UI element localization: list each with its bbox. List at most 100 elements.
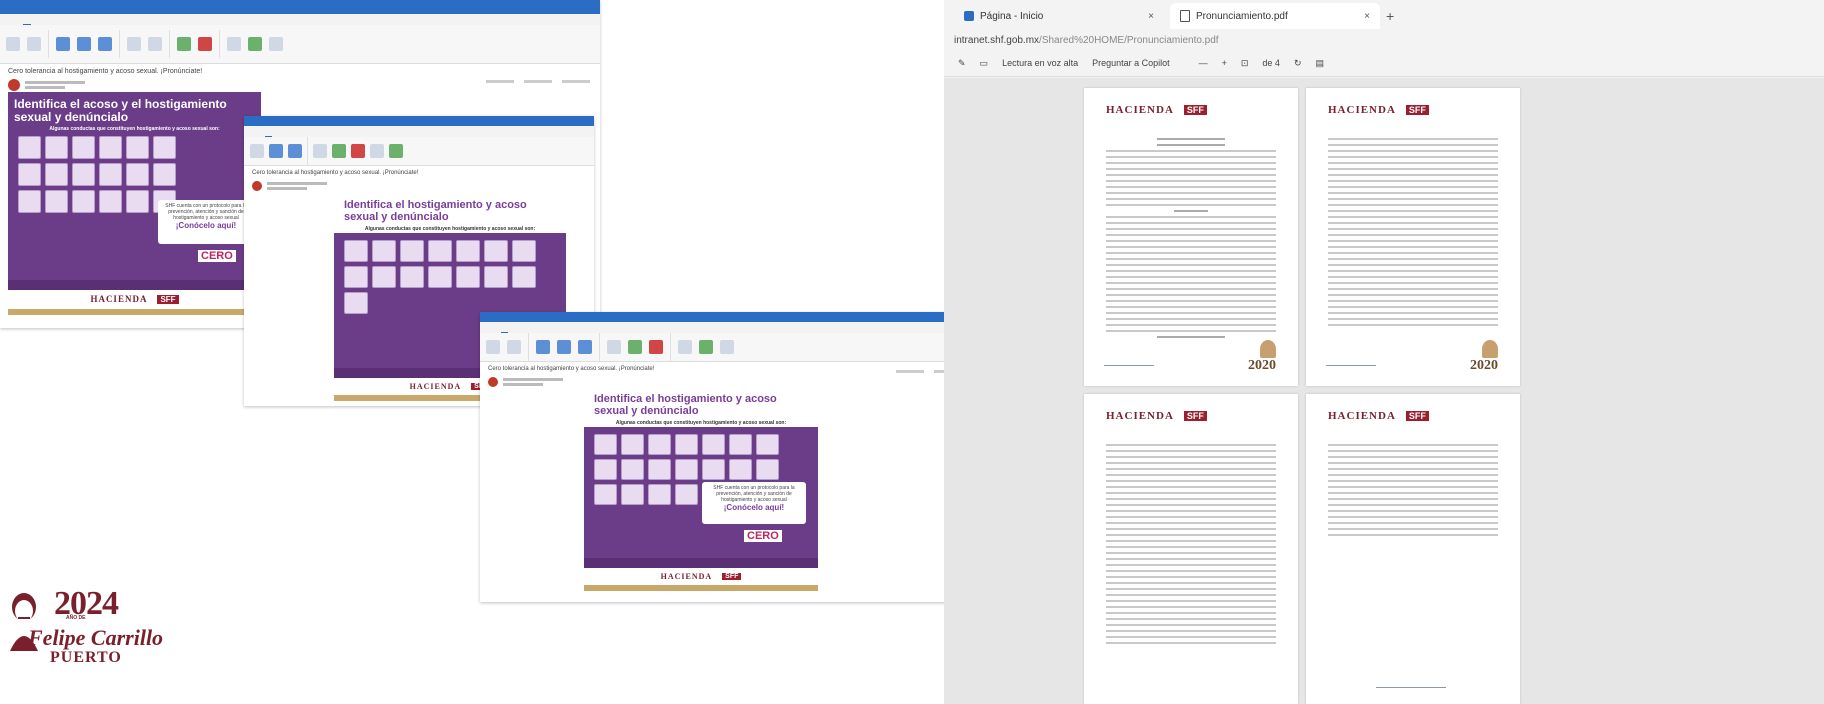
ask-copilot-button[interactable]: Preguntar a Copilot: [1092, 58, 1170, 68]
translate-icon[interactable]: [227, 37, 241, 51]
tab-message[interactable]: [265, 126, 272, 137]
archive-icon[interactable]: [507, 340, 521, 354]
fit-page-icon[interactable]: ⊡: [1241, 58, 1249, 69]
translate-icon[interactable]: [678, 340, 692, 354]
close-icon[interactable]: ×: [1148, 11, 1154, 22]
new-tab-button[interactable]: +: [1386, 8, 1394, 24]
reply-icon[interactable]: [56, 37, 70, 51]
page-header: HACIENDA SFF: [1328, 104, 1429, 116]
avatar[interactable]: [8, 79, 20, 91]
apps-icon[interactable]: [699, 340, 713, 354]
sender-block: [244, 180, 594, 192]
url-path: /Shared%20HOME/Pronunciamiento.pdf: [1039, 35, 1219, 46]
tab-help[interactable]: [282, 126, 285, 137]
poster-title: Identifica el hostigamiento y acoso sexu…: [594, 393, 777, 417]
flag-icon[interactable]: [198, 37, 212, 51]
reply-icon[interactable]: [536, 340, 550, 354]
draw-icon[interactable]: ✎: [958, 58, 966, 69]
avatar[interactable]: [488, 377, 498, 387]
apps-icon[interactable]: [389, 144, 403, 158]
conduct-tile: [153, 136, 176, 159]
page-layout-icon[interactable]: ▤: [1315, 58, 1324, 69]
zoom-in-button[interactable]: +: [1222, 58, 1227, 68]
protocol-link[interactable]: ¡Conócelo aquí!: [161, 221, 251, 230]
excel-icon[interactable]: [177, 37, 191, 51]
excel-icon[interactable]: [332, 144, 346, 158]
rules-icon[interactable]: [148, 37, 162, 51]
conduct-tile: [45, 190, 68, 213]
reply-icon[interactable]: [269, 144, 283, 158]
email-subject: Cero tolerancia al hostigamiento y acoso…: [252, 170, 419, 176]
ribbon-tabs: [244, 126, 594, 137]
protocol-callout: SHF cuenta con un protocolo para la prev…: [702, 482, 806, 524]
window-title-bar[interactable]: [0, 0, 600, 14]
poster-title: Identifica el hostigamiento y acoso sexu…: [344, 199, 527, 223]
close-icon[interactable]: ×: [1364, 11, 1370, 22]
delete-icon[interactable]: [6, 37, 20, 51]
delete-icon[interactable]: [486, 340, 500, 354]
tab-file[interactable]: [486, 322, 491, 333]
conduct-tile: [512, 266, 536, 288]
address-bar[interactable]: intranet.shf.gob.mx/Shared%20HOME/Pronun…: [944, 32, 1824, 50]
translate-icon[interactable]: [370, 144, 384, 158]
zoom-icon[interactable]: [269, 37, 283, 51]
archive-icon[interactable]: [27, 37, 41, 51]
zoom-out-button[interactable]: —: [1199, 58, 1208, 68]
rotate-icon[interactable]: ↻: [1294, 58, 1302, 69]
sff-logo: SFF: [1405, 105, 1429, 115]
tab-file[interactable]: [250, 126, 255, 137]
poster-title: Identifica el acoso y el hostigamiento s…: [14, 97, 227, 124]
avatar[interactable]: [252, 181, 262, 191]
conduct-tile: [594, 484, 617, 505]
page-header: HACIENDA SFF: [1328, 410, 1429, 422]
protocol-link[interactable]: ¡Conócelo aquí!: [705, 503, 803, 512]
conduct-tile: [675, 434, 698, 455]
forward-icon[interactable]: [288, 144, 302, 158]
tab-paginas-inicio[interactable]: Página - Inicio ×: [954, 3, 1164, 29]
poster-logos: HACIENDA SFF: [584, 568, 818, 584]
excel-icon[interactable]: [628, 340, 642, 354]
move-icon[interactable]: [607, 340, 621, 354]
poster-footer: [8, 280, 261, 290]
sff-logo: SFF: [1183, 105, 1207, 115]
conduct-tile: [648, 484, 671, 505]
move-icon[interactable]: [313, 144, 327, 158]
forward-icon[interactable]: [98, 37, 112, 51]
delete-icon[interactable]: [250, 144, 264, 158]
conduct-tile: [675, 484, 698, 505]
text-view-icon[interactable]: ▭: [980, 58, 989, 69]
gold-strip: [584, 585, 818, 591]
window-title-bar[interactable]: [244, 116, 594, 126]
cero-logo: CERO: [744, 530, 782, 542]
flag-icon[interactable]: [351, 144, 365, 158]
hacienda-logo: HACIENDA: [1106, 104, 1174, 116]
window-title-bar[interactable]: [480, 312, 1010, 322]
tab-help[interactable]: [41, 14, 46, 25]
conduct-tile: [126, 190, 149, 213]
tab-help[interactable]: [518, 322, 521, 333]
tab-message[interactable]: [501, 322, 508, 333]
ribbon-divider: [119, 30, 120, 58]
reply-actions: [486, 80, 590, 83]
gold-strip: [8, 309, 261, 315]
conduct-tile: [45, 163, 68, 186]
tab-message[interactable]: [22, 14, 32, 25]
page-text: [1106, 138, 1276, 342]
reply-all-icon[interactable]: [77, 37, 91, 51]
apps-icon[interactable]: [248, 37, 262, 51]
forward-icon[interactable]: [578, 340, 592, 354]
read-aloud-button[interactable]: Lectura en voz alta: [1002, 58, 1078, 68]
url-host: intranet.shf.gob.mx: [954, 35, 1040, 46]
move-icon[interactable]: [127, 37, 141, 51]
flag-icon[interactable]: [649, 340, 663, 354]
tab-file[interactable]: [6, 14, 13, 25]
pdf-canvas[interactable]: HACIENDA SFF 2020 HACIENDA SFF 2020 HACI…: [944, 78, 1824, 704]
conduct-tile: [400, 240, 424, 262]
conduct-tile: [18, 163, 41, 186]
hacienda-logo: HACIENDA: [90, 294, 148, 304]
reply-all-icon[interactable]: [557, 340, 571, 354]
signature-mark: [1326, 355, 1376, 366]
conduct-tile: [18, 136, 41, 159]
tab-pronunciamiento[interactable]: Pronunciamiento.pdf ×: [1170, 3, 1380, 29]
zoom-icon[interactable]: [720, 340, 734, 354]
